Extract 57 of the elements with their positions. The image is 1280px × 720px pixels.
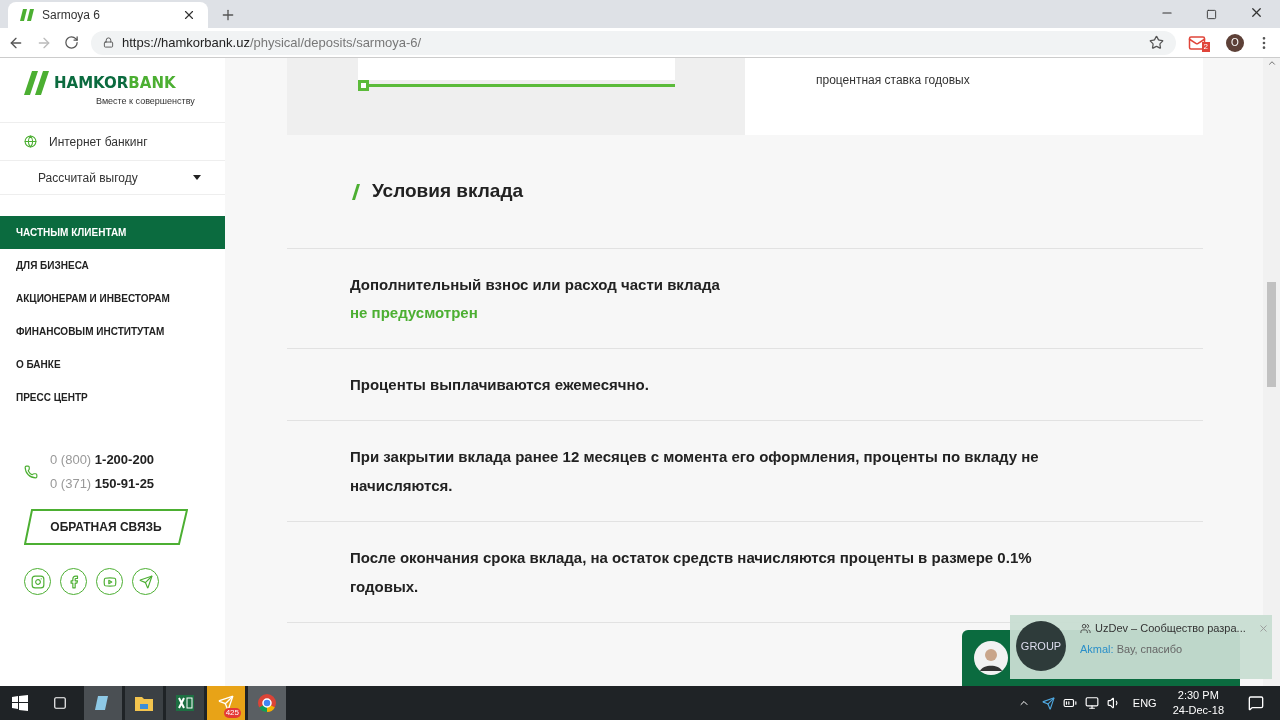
condition-value: не предусмотрен bbox=[350, 303, 479, 323]
address-bar[interactable]: https://hamkorbank.uz/physical/deposits/sarmoya-6/ bbox=[91, 30, 1176, 55]
logo-icon bbox=[20, 9, 34, 21]
mail-badge: 2 bbox=[1201, 41, 1210, 52]
reload-icon[interactable] bbox=[64, 35, 79, 50]
battery-icon[interactable] bbox=[1062, 696, 1077, 710]
feedback-button[interactable]: ОБРАТНАЯ СВЯЗЬ bbox=[24, 509, 188, 545]
condition-text: Дополнительный взнос или расход части вклада bbox=[350, 275, 721, 295]
group-icon bbox=[1080, 622, 1091, 634]
group-avatar: GROUP bbox=[1016, 621, 1066, 671]
phone-number[interactable]: 0 (371) 150-91-25 bbox=[50, 475, 155, 493]
globe-icon bbox=[24, 135, 37, 148]
section-heading: Условия вклада bbox=[372, 179, 524, 204]
logo-text: HAMKORBANK bbox=[54, 75, 176, 91]
bookmark-icon[interactable] bbox=[1149, 35, 1164, 50]
slider-thumb[interactable] bbox=[358, 80, 369, 91]
close-icon[interactable] bbox=[1249, 5, 1264, 20]
notification-message: Akmal: Вау, спасибо bbox=[1080, 641, 1184, 657]
folder-icon[interactable] bbox=[125, 686, 163, 720]
telegram-tray-icon[interactable] bbox=[1041, 696, 1055, 710]
send-icon bbox=[218, 695, 234, 711]
browser-taskbar-icon[interactable] bbox=[248, 686, 286, 720]
spreadsheet-icon[interactable] bbox=[166, 686, 204, 720]
nav-item[interactable]: АКЦИОНЕРАМ И ИНВЕСТОРАМ bbox=[0, 282, 225, 315]
nav-item[interactable]: ФИНАНСОВЫМ ИНСТИТУТАМ bbox=[0, 315, 225, 348]
heading-slash-icon bbox=[352, 183, 360, 200]
lock-icon bbox=[103, 37, 114, 48]
nav-item[interactable]: ЧАСТНЫМ КЛИЕНТАМ bbox=[0, 216, 225, 249]
maximize-icon[interactable] bbox=[1206, 9, 1217, 20]
condition-text: Проценты выплачиваются ежемесячно. bbox=[350, 375, 650, 395]
nav-item[interactable]: ДЛЯ БИЗНЕСА bbox=[0, 249, 225, 282]
clock[interactable]: 2:30 PM 24-Dec-18 bbox=[1172, 688, 1224, 718]
network-icon[interactable] bbox=[1084, 696, 1099, 710]
logo-icon bbox=[24, 71, 50, 96]
scrollbar-thumb[interactable] bbox=[1267, 282, 1276, 387]
unread-badge: 425 bbox=[223, 708, 241, 718]
nav-item[interactable]: О БАНКЕ bbox=[0, 348, 225, 381]
browser-tab[interactable]: Sarmoya 6 bbox=[8, 2, 208, 28]
phone-number[interactable]: 0 (800) 1-200-200 bbox=[50, 451, 155, 469]
notification-title: UzDev – Сообщество разра... bbox=[1095, 621, 1246, 636]
phone-icon bbox=[24, 465, 38, 479]
notifications-icon[interactable] bbox=[1248, 695, 1264, 711]
caret-icon bbox=[193, 175, 201, 180]
logo-tagline: Вместе к совершенству bbox=[96, 95, 196, 109]
nav-item[interactable]: ПРЕСС ЦЕНТР bbox=[0, 381, 225, 414]
rate-caption: процентная ставка годовых bbox=[816, 73, 970, 87]
close-icon bbox=[182, 8, 196, 22]
condition-text: При закрытии вклада ранее 12 месяцев с момента его оформления, проценты по вкладу не начисляются. bbox=[350, 447, 1040, 496]
consultant-avatar bbox=[974, 641, 1008, 675]
scroll-up-icon[interactable] bbox=[1266, 58, 1277, 68]
profile-avatar[interactable]: O bbox=[1226, 33, 1244, 52]
condition-text: После окончания срока вклада, на остаток средств начисляются проценты в размере 0.1% годовых. bbox=[350, 548, 1033, 597]
telegram-taskbar-button[interactable]: 425 bbox=[207, 686, 245, 720]
notepad-icon[interactable] bbox=[84, 686, 122, 720]
new-tab-icon[interactable] bbox=[220, 7, 236, 23]
language-indicator[interactable]: ENG bbox=[1132, 694, 1157, 712]
term-slider[interactable] bbox=[358, 80, 675, 91]
